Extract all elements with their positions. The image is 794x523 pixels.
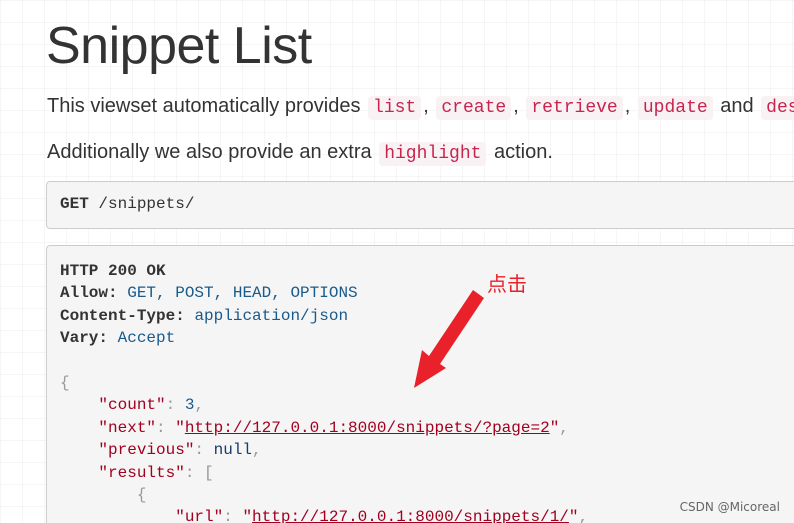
json-key-results: "results"	[98, 463, 185, 482]
next-page-link[interactable]: http://127.0.0.1:8000/snippets/?page=2	[185, 419, 550, 437]
json-key-url: "url"	[175, 508, 224, 523]
intro-text: This viewset automatically provides	[47, 95, 361, 117]
action-destroy: des	[761, 96, 794, 120]
json-value-previous: null	[213, 441, 253, 460]
request-method: GET	[60, 195, 89, 213]
json-key-previous: "previous"	[98, 441, 195, 460]
request-path: /snippets/	[98, 195, 195, 213]
json-key-next: "next"	[98, 418, 157, 437]
json-value-count: 3	[184, 396, 195, 415]
page-title: Snippet List	[46, 17, 312, 75]
action-highlight: highlight	[379, 142, 487, 166]
extra-action-description: Additionally we also provide an extra hi…	[47, 141, 553, 166]
header-vary-key: Vary:	[60, 329, 109, 348]
request-info: GET /snippets/	[46, 181, 794, 229]
viewset-description: This viewset automatically provides list…	[47, 92, 794, 122]
action-update: update	[637, 96, 713, 120]
header-content-type-key: Content-Type:	[60, 306, 185, 325]
json-results-open: [	[204, 463, 214, 482]
header-vary-value: Accept	[117, 329, 176, 348]
header-allow-key: Allow:	[60, 284, 118, 303]
action-list: list	[368, 96, 422, 120]
header-allow-value: GET, POST, HEAD, OPTIONS	[127, 284, 358, 303]
json-key-count: "count"	[98, 396, 166, 415]
header-content-type-value: application/json	[194, 306, 349, 325]
json-open-brace: {	[60, 374, 70, 393]
action-create: create	[436, 96, 512, 120]
response-status: HTTP 200 OK	[60, 262, 166, 280]
action-retrieve: retrieve	[526, 96, 623, 120]
snippet-url-link[interactable]: http://127.0.0.1:8000/snippets/1/	[252, 508, 569, 523]
annotation-arrow-icon	[414, 290, 484, 388]
watermark: CSDN @Micoreal	[679, 500, 780, 514]
json-item-open: {	[136, 486, 147, 505]
